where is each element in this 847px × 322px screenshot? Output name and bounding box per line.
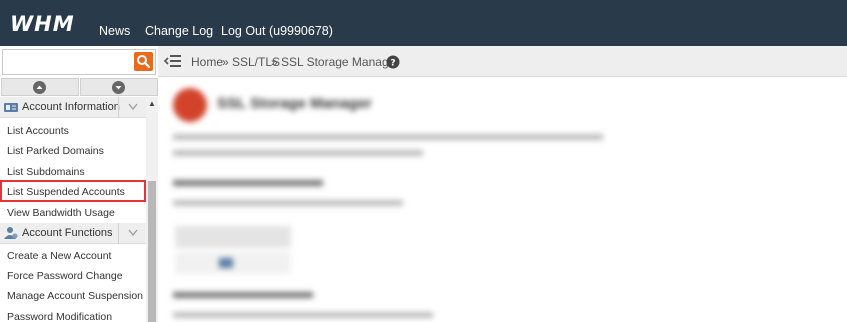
nav-logout[interactable]: Log Out (u9990678) (221, 24, 333, 38)
category-account-functions[interactable]: Account Functions (0, 223, 146, 244)
sidebar-item-force-password-change[interactable]: Force Password Change (7, 270, 123, 282)
sidebar-item-password-modification[interactable]: Password Modification (7, 311, 112, 322)
sidebar-item-list-accounts[interactable]: List Accounts (7, 125, 69, 137)
chevron-down-icon (128, 229, 138, 236)
arrow-up-icon (33, 81, 46, 94)
category-label: Account Functions (22, 227, 113, 239)
breadcrumb-current: SSL Storage Manager (281, 55, 400, 69)
search-icon (137, 55, 151, 69)
whm-logo[interactable]: WHM (10, 12, 75, 36)
top-navbar: WHM News Change Log Log Out (u9990678) (0, 0, 847, 46)
page-title: SSL Storage Manager (217, 95, 372, 112)
search-button[interactable] (134, 52, 153, 71)
nav-change-log[interactable]: Change Log (145, 24, 213, 38)
sidebar-item-list-suspended-accounts[interactable]: List Suspended Accounts (7, 186, 125, 198)
scroll-up-arrow-icon[interactable]: ▲ (146, 99, 158, 108)
search-input[interactable] (3, 50, 131, 74)
breadcrumb-separator: » (271, 55, 278, 69)
nav-news[interactable]: News (99, 24, 130, 38)
breadcrumb-separator: » (222, 55, 229, 69)
chevron-down-icon (128, 103, 138, 110)
menu-collapse-icon[interactable] (164, 53, 182, 69)
sidebar-scrollbar[interactable]: ▲ (146, 97, 158, 322)
sidebar-item-list-subdomains[interactable]: List Subdomains (7, 166, 85, 178)
category-collapse-button[interactable] (118, 97, 146, 118)
sidebar-item-manage-account-suspension[interactable]: Manage Account Suspension (7, 290, 143, 302)
account-functions-icon (4, 227, 18, 239)
category-account-information[interactable]: Account Information (0, 97, 146, 118)
sidebar-scroll-down-button[interactable] (80, 78, 158, 96)
svg-text:?: ? (390, 59, 395, 69)
main-content: SSL Storage Manager (159, 78, 847, 322)
help-icon[interactable]: ? (386, 55, 400, 69)
scrollbar-thumb[interactable] (148, 181, 156, 322)
sidebar-search (2, 49, 156, 75)
sidebar-scroll-up-button[interactable] (1, 78, 79, 96)
page-icon (173, 88, 207, 122)
sidebar-item-create-account[interactable]: Create a New Account (7, 250, 111, 262)
category-collapse-button[interactable] (118, 223, 146, 244)
breadcrumb: Home » SSL/TLS » SSL Storage Manager ? (158, 46, 847, 77)
account-info-icon (4, 103, 18, 112)
category-label: Account Information (22, 101, 120, 113)
sidebar-item-view-bandwidth-usage[interactable]: View Bandwidth Usage (7, 207, 115, 219)
sidebar-item-list-parked-domains[interactable]: List Parked Domains (7, 145, 104, 157)
arrow-down-icon (112, 81, 125, 94)
breadcrumb-home[interactable]: Home (191, 55, 223, 69)
sidebar-nav: Account Information List Accounts List P… (0, 97, 158, 322)
